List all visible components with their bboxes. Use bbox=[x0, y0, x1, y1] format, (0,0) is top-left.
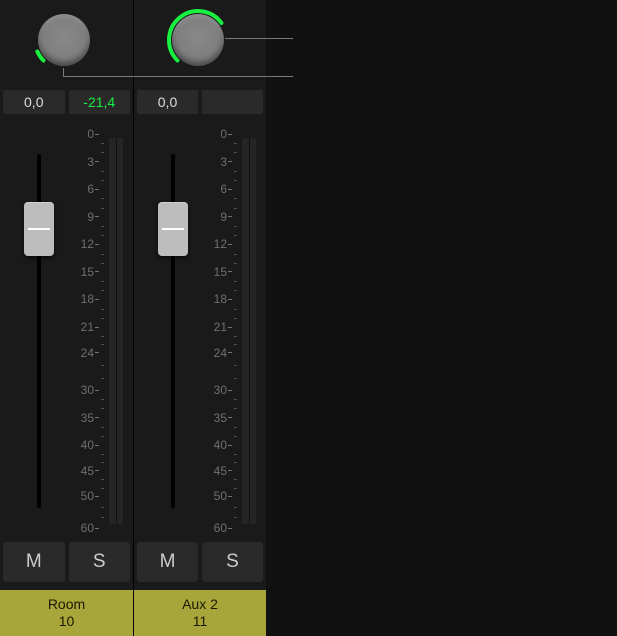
volume-fader[interactable] bbox=[24, 202, 54, 256]
scale-tick-label: 50 bbox=[214, 489, 227, 503]
scale-tick: 24 bbox=[81, 346, 99, 360]
channel-label[interactable]: Aux 2 11 bbox=[134, 590, 266, 636]
mixer-empty-area bbox=[266, 0, 617, 636]
channel-name: Room bbox=[48, 596, 85, 613]
mute-button[interactable]: M bbox=[3, 542, 65, 582]
scale-tick: 24 bbox=[214, 346, 232, 360]
scale-tick-label: 9 bbox=[220, 210, 227, 224]
scale-tick: 60 bbox=[81, 521, 99, 535]
scale-tick-label: 9 bbox=[87, 210, 94, 224]
scale-tick: 0 bbox=[87, 127, 99, 141]
scale-tick-label: 6 bbox=[220, 182, 227, 196]
level-meter bbox=[109, 138, 123, 524]
scale-tick: 6 bbox=[220, 182, 232, 196]
level-meter bbox=[242, 138, 256, 524]
scale-tick: 60 bbox=[214, 521, 232, 535]
mute-button[interactable]: M bbox=[137, 542, 198, 582]
scale-tick-label: 60 bbox=[214, 521, 227, 535]
scale-tick-label: 15 bbox=[214, 265, 227, 279]
mute-solo-row: M S bbox=[134, 542, 266, 590]
scale-tick: 45 bbox=[214, 464, 232, 478]
minor-ticks bbox=[232, 134, 237, 528]
scale-tick-label: 50 bbox=[81, 489, 94, 503]
scale-tick-label: 35 bbox=[214, 411, 227, 425]
scale-tick: 30 bbox=[81, 383, 99, 397]
send-level-knob[interactable] bbox=[172, 14, 224, 66]
channel-strip-0: 0,0 -21,4 0 3 6 9 12 15 18 21 24 30 35 40 45 50 60 M S… bbox=[0, 0, 133, 636]
scale-tick-label: 45 bbox=[81, 464, 94, 478]
scale-tick: 3 bbox=[87, 155, 99, 169]
scale-tick: 30 bbox=[214, 383, 232, 397]
scale-tick-label: 0 bbox=[87, 127, 94, 141]
knob-area bbox=[0, 0, 133, 90]
scale-tick: 0 bbox=[220, 127, 232, 141]
scale-tick-label: 15 bbox=[81, 265, 94, 279]
scale-tick: 18 bbox=[81, 292, 99, 306]
scale-tick: 15 bbox=[81, 265, 99, 279]
scale-tick: 40 bbox=[214, 438, 232, 452]
pan-value[interactable]: 0,0 bbox=[137, 90, 198, 114]
scale-tick-label: 35 bbox=[81, 411, 94, 425]
scale-tick-label: 30 bbox=[81, 383, 94, 397]
scale-tick: 9 bbox=[220, 210, 232, 224]
scale-tick: 3 bbox=[220, 155, 232, 169]
solo-button[interactable]: S bbox=[69, 542, 131, 582]
level-value[interactable] bbox=[202, 90, 263, 114]
scale-tick-label: 40 bbox=[214, 438, 227, 452]
scale-tick: 18 bbox=[214, 292, 232, 306]
scale-tick: 45 bbox=[81, 464, 99, 478]
scale-tick: 40 bbox=[81, 438, 99, 452]
scale-tick: 15 bbox=[214, 265, 232, 279]
scale-tick-label: 3 bbox=[87, 155, 94, 169]
scale-tick: 21 bbox=[214, 320, 232, 334]
value-row: 0,0 bbox=[134, 90, 266, 120]
fader-track bbox=[151, 130, 195, 532]
channel-label[interactable]: Room 10 bbox=[0, 590, 133, 636]
scale-tick: 12 bbox=[81, 237, 99, 251]
scale-tick-label: 18 bbox=[214, 292, 227, 306]
volume-fader[interactable] bbox=[158, 202, 188, 256]
value-row: 0,0 -21,4 bbox=[0, 90, 133, 120]
pan-value[interactable]: 0,0 bbox=[3, 90, 65, 114]
scale-tick-label: 30 bbox=[214, 383, 227, 397]
scale-tick: 6 bbox=[87, 182, 99, 196]
scale-tick-label: 21 bbox=[214, 320, 227, 334]
scale-tick: 50 bbox=[214, 489, 232, 503]
scale-tick-label: 3 bbox=[220, 155, 227, 169]
scale-tick-label: 45 bbox=[214, 464, 227, 478]
channel-strip-1: 0,0 0 3 6 9 12 15 18 21 24 30 35 40 45 50 60 M S Aux 2… bbox=[133, 0, 266, 636]
scale-tick-label: 24 bbox=[81, 346, 94, 360]
solo-button[interactable]: S bbox=[202, 542, 263, 582]
channel-name: Aux 2 bbox=[182, 596, 218, 613]
scale-tick-label: 21 bbox=[81, 320, 94, 334]
mute-solo-row: M S bbox=[0, 542, 133, 590]
fader-track bbox=[17, 130, 61, 532]
channel-number: 11 bbox=[193, 613, 208, 630]
scale-tick: 9 bbox=[87, 210, 99, 224]
scale-tick-label: 60 bbox=[81, 521, 94, 535]
scale-tick-label: 24 bbox=[214, 346, 227, 360]
fader-scale: 03691215182124303540455060 bbox=[55, 134, 99, 528]
scale-tick-label: 12 bbox=[214, 237, 227, 251]
scale-tick: 50 bbox=[81, 489, 99, 503]
scale-tick-label: 6 bbox=[87, 182, 94, 196]
minor-ticks bbox=[99, 134, 104, 528]
fader-area: 0 3 6 9 12 15 18 21 24 30 35 40 45 50 60 bbox=[0, 120, 133, 542]
level-value[interactable]: -21,4 bbox=[69, 90, 131, 114]
send-level-knob[interactable] bbox=[38, 14, 90, 66]
knob-area bbox=[134, 0, 266, 90]
scale-tick: 21 bbox=[81, 320, 99, 334]
scale-tick-label: 18 bbox=[81, 292, 94, 306]
scale-tick: 12 bbox=[214, 237, 232, 251]
scale-tick-label: 0 bbox=[220, 127, 227, 141]
scale-tick: 35 bbox=[81, 411, 99, 425]
scale-tick-label: 12 bbox=[81, 237, 94, 251]
channel-number: 10 bbox=[59, 613, 75, 630]
scale-tick-label: 40 bbox=[81, 438, 94, 452]
fader-area: 0 3 6 9 12 15 18 21 24 30 35 40 45 50 60 bbox=[134, 120, 266, 542]
scale-tick: 35 bbox=[214, 411, 232, 425]
